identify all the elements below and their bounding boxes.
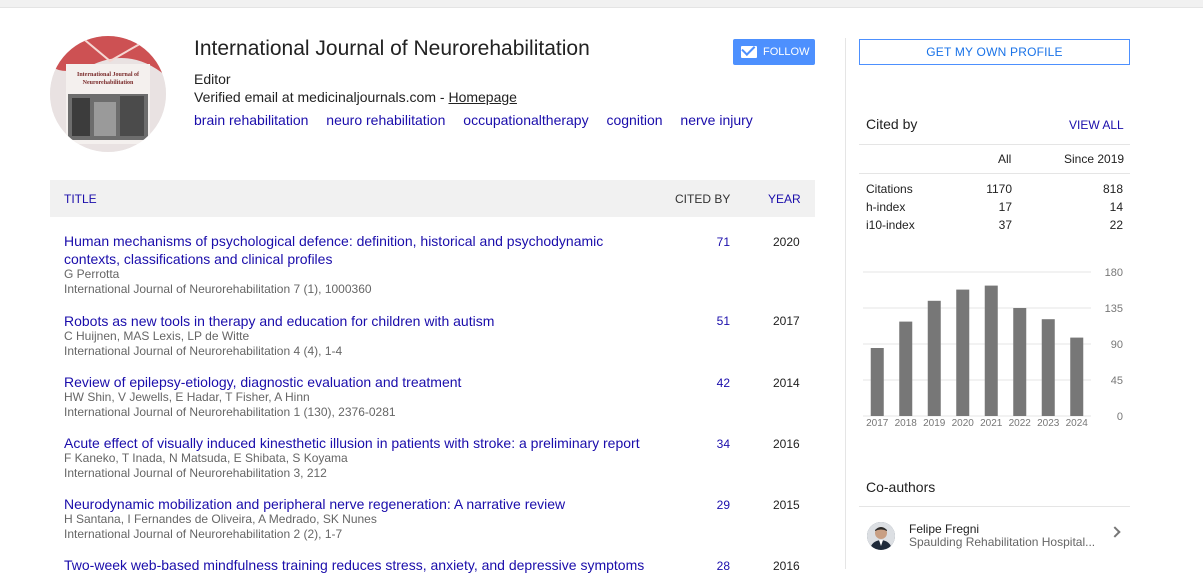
article-venue: International Journal of Neurorehabilita…	[64, 282, 372, 296]
interest-link[interactable]: neuro rehabilitation	[326, 112, 445, 128]
cited-count[interactable]: 34	[714, 437, 730, 451]
citations-bar-chart: 0 45 90 135 180 2017 2018 2019 2020 2021 2022 2023 2…	[863, 267, 1123, 429]
svg-text:International Journal of: International Journal of	[77, 72, 140, 78]
coauthor-avatar	[867, 522, 895, 550]
x-tick-label: 2019	[923, 418, 946, 429]
article-authors: G Perrotta	[64, 267, 120, 281]
top-bar	[0, 0, 1203, 8]
chart-bar-2021[interactable]	[984, 285, 998, 416]
divider	[859, 173, 1130, 174]
article-title[interactable]: Two-week web-based mindfulness training …	[64, 556, 674, 574]
chart-bar-2020[interactable]	[956, 289, 970, 416]
x-tick-label: 2022	[1009, 418, 1032, 429]
chart-bar-2024[interactable]	[1070, 337, 1084, 416]
profile-photo: International Journal of Neurorehabilita…	[50, 36, 166, 152]
y-tick-label: 0	[1117, 411, 1123, 423]
article-year: 2017	[773, 314, 800, 328]
chart-bar-2019[interactable]	[927, 300, 941, 416]
x-tick-label: 2020	[952, 418, 975, 429]
cited-by-title: Cited by	[866, 116, 918, 132]
article-authors: HW Shin, V Jewells, E Hadar, T Fisher, A…	[64, 390, 310, 404]
interest-link[interactable]: occupationaltherapy	[463, 112, 588, 128]
column-divider	[845, 38, 846, 569]
stat-since: 22	[1109, 218, 1123, 232]
email-text: Verified email at medicinaljournals.com …	[194, 89, 449, 105]
divider	[859, 144, 1130, 145]
follow-label: FOLLOW	[763, 46, 810, 58]
stat-since: 818	[1102, 182, 1123, 196]
article-venue: International Journal of Neurorehabilita…	[64, 405, 396, 419]
stat-all: 1170	[986, 182, 1012, 196]
article-authors: H Santana, I Fernandes de Oliveira, A Me…	[64, 512, 377, 526]
chart-bar-2022[interactable]	[1013, 308, 1027, 416]
stat-label: i10-index	[866, 218, 915, 232]
cited-count[interactable]: 71	[714, 235, 730, 249]
stat-label: Citations	[866, 182, 913, 196]
coauthors-title: Co-authors	[866, 479, 936, 495]
coauthor-name[interactable]: Felipe Fregni	[909, 522, 979, 536]
cited-count[interactable]: 42	[714, 376, 730, 390]
article-authors: C Huijnen, MAS Lexis, LP de Witte	[64, 329, 250, 343]
article-year: 2014	[773, 376, 800, 390]
stat-all: 17	[998, 200, 1012, 214]
article-year: 2016	[773, 437, 800, 451]
cited-count[interactable]: 28	[714, 559, 730, 573]
get-my-own-profile-button[interactable]: GET MY OWN PROFILE	[859, 39, 1130, 65]
coauthor-item[interactable]: Felipe Fregni Spaulding Rehabilitation H…	[859, 514, 1130, 556]
interest-link[interactable]: brain rehabilitation	[194, 112, 308, 128]
stat-since: 14	[1109, 200, 1123, 214]
svg-text:Neurorehabilitation: Neurorehabilitation	[83, 80, 134, 86]
article-title[interactable]: Review of epilepsy-etiology, diagnostic …	[64, 373, 634, 391]
article-title[interactable]: Human mechanisms of psychological defenc…	[64, 232, 634, 268]
stat-all: 37	[998, 218, 1012, 232]
cited-count[interactable]: 29	[714, 498, 730, 512]
profile-name: International Journal of Neurorehabilita…	[194, 37, 590, 60]
chart-bar-2018[interactable]	[899, 321, 913, 416]
article-venue: International Journal of Neurorehabilita…	[64, 527, 343, 541]
chart-bar-2023[interactable]	[1041, 319, 1055, 416]
article-venue: International Journal of Neurorehabilita…	[64, 466, 327, 480]
article-authors: F Kaneko, T Inada, N Matsuda, E Shibata,…	[64, 451, 348, 465]
homepage-link[interactable]: Homepage	[448, 89, 517, 105]
view-all-link[interactable]: VIEW ALL	[1069, 118, 1124, 132]
interests-list: brain rehabilitation neuro rehabilitatio…	[194, 112, 767, 128]
y-tick-label: 45	[1111, 375, 1123, 387]
chevron-right-icon[interactable]	[1109, 526, 1121, 538]
stat-label: h-index	[866, 200, 906, 214]
email-check-icon	[741, 46, 757, 58]
article-title[interactable]: Acute effect of visually induced kinesth…	[64, 434, 674, 452]
article-year: 2016	[773, 559, 800, 573]
article-title[interactable]: Robots as new tools in therapy and educa…	[64, 312, 634, 330]
interest-link[interactable]: nerve injury	[680, 112, 752, 128]
cited-by-header: CITED BY	[675, 192, 731, 206]
article-year: 2015	[773, 498, 800, 512]
sort-title-header[interactable]: TITLE	[64, 192, 97, 206]
article-venue: International Journal of Neurorehabilita…	[64, 344, 343, 358]
x-tick-label: 2018	[895, 418, 918, 429]
y-tick-label: 180	[1105, 267, 1123, 279]
article-title[interactable]: Neurodynamic mobilization and peripheral…	[64, 495, 634, 513]
coauthor-affiliation: Spaulding Rehabilitation Hospital...	[909, 535, 1096, 549]
verified-email: Verified email at medicinaljournals.com …	[194, 89, 517, 105]
chart-bar-2017[interactable]	[870, 348, 884, 416]
table-header: TITLE CITED BY YEAR	[50, 180, 815, 217]
article-year: 2020	[773, 235, 800, 249]
cited-count[interactable]: 51	[714, 314, 730, 328]
divider	[859, 506, 1130, 507]
x-tick-label: 2021	[980, 418, 1003, 429]
x-tick-label: 2017	[866, 418, 889, 429]
y-tick-label: 90	[1111, 339, 1123, 351]
x-tick-label: 2023	[1037, 418, 1060, 429]
interest-link[interactable]: cognition	[606, 112, 662, 128]
follow-button[interactable]: FOLLOW	[733, 39, 815, 65]
col-all-header: All	[998, 152, 1012, 166]
profile-affiliation: Editor	[194, 71, 231, 87]
sort-year-header[interactable]: YEAR	[768, 192, 801, 206]
x-tick-label: 2024	[1066, 418, 1089, 429]
y-tick-label: 135	[1105, 303, 1123, 315]
col-since-header: Since 2019	[1064, 152, 1125, 166]
